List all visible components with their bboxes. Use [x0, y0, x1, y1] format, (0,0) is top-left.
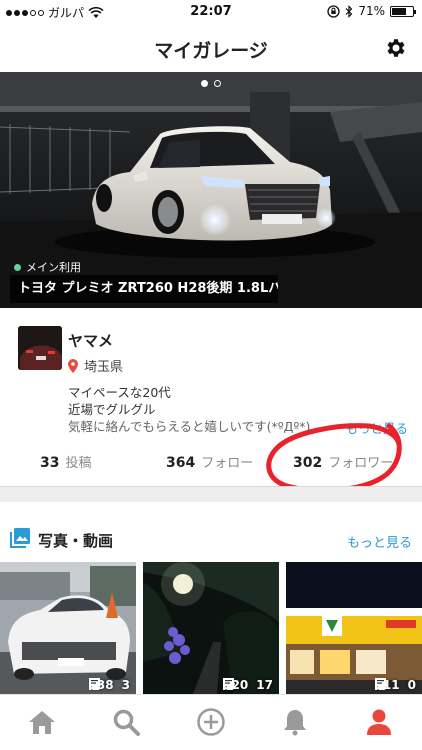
app-header: マイガレージ	[0, 24, 422, 72]
page-title: マイガレージ	[154, 40, 268, 62]
hero-pager[interactable]	[0, 80, 422, 87]
comments: 3	[88, 678, 130, 692]
photos-section-header: 写真・動画 もっと見る	[0, 524, 422, 554]
posts-stat[interactable]: 33 投稿	[40, 452, 92, 471]
main-use-label: メイン利用	[26, 261, 81, 274]
photo-stats: 111 0	[374, 678, 416, 692]
location: 埼玉県	[68, 356, 123, 375]
following-label: フォロー	[201, 456, 254, 471]
photos-more-link[interactable]: もっと見る	[347, 532, 412, 551]
car-name[interactable]: トヨタ プレミオ ZRT260 H28後期 1.8Lパ…	[10, 275, 278, 303]
photo-thumb[interactable]: 138 3	[0, 562, 136, 694]
posts-count: 33	[40, 455, 60, 471]
comments: 0	[374, 678, 416, 692]
bio-line: 近場でグルグル	[68, 402, 156, 417]
comment-icon	[374, 678, 386, 689]
my-garage-screen: ガルパ 22:07 71% マイガレージ メイン利用 トヨタ プレミオ ZRT2…	[0, 0, 422, 750]
profile-stats: 33 投稿 364 フォロー 302 フォロワー	[0, 448, 422, 478]
following-stat[interactable]: 364 フォロー	[166, 452, 253, 471]
comments: 17	[223, 678, 273, 692]
notification-icon[interactable]	[280, 707, 310, 737]
status-bar: ガルパ 22:07 71%	[0, 0, 422, 24]
location-label: 埼玉県	[84, 360, 124, 375]
posts-label: 投稿	[65, 456, 92, 471]
followers-label: フォロワー	[328, 456, 394, 471]
profile-card: ヤマメ 埼玉県 マイペースな20代 近場でグルグル 気軽に絡んでもらえると嬉しい…	[0, 308, 422, 486]
profile-icon[interactable]	[364, 707, 394, 737]
comment-icon	[223, 678, 235, 689]
avatar[interactable]	[18, 326, 62, 370]
hero-car-image[interactable]: メイン利用 トヨタ プレミオ ZRT260 H28後期 1.8Lパ…	[0, 72, 422, 308]
main-use-badge: メイン利用	[14, 259, 81, 275]
photos-title: 写真・動画	[38, 532, 114, 550]
followers-stat[interactable]: 302 フォロワー	[293, 452, 393, 471]
photo-stats: 120 17	[223, 678, 273, 692]
photo-grid: 138 3 120 17 111 0	[0, 562, 422, 694]
bluetooth-icon	[345, 4, 353, 18]
username[interactable]: ヤマメ	[68, 330, 113, 351]
following-count: 364	[166, 455, 196, 471]
comments-count: 3	[121, 678, 130, 692]
comment-icon	[88, 678, 100, 689]
comments-count: 17	[256, 678, 273, 692]
section-divider	[0, 486, 422, 502]
followers-count: 302	[293, 455, 323, 471]
photo-gallery-icon	[10, 528, 30, 548]
post-icon[interactable]	[196, 707, 226, 737]
bottom-tab-bar	[0, 694, 422, 750]
photo-thumb[interactable]: 111 0	[286, 562, 422, 694]
search-icon[interactable]	[111, 707, 141, 737]
status-dot-icon	[14, 263, 21, 271]
photo-thumb[interactable]: 120 17	[143, 562, 279, 694]
home-icon[interactable]	[27, 707, 57, 737]
rotation-lock-icon	[327, 4, 340, 18]
bio-line: マイペースな20代	[68, 385, 171, 400]
battery-percent: 71%	[358, 4, 385, 18]
bio-more-link[interactable]: もっと見る	[329, 418, 408, 437]
location-pin-icon	[68, 358, 78, 373]
status-right: 71%	[327, 4, 416, 18]
comments-count: 0	[407, 678, 416, 692]
gear-icon[interactable]	[384, 36, 408, 60]
battery-icon	[390, 5, 416, 17]
photo-stats: 138 3	[88, 678, 130, 692]
